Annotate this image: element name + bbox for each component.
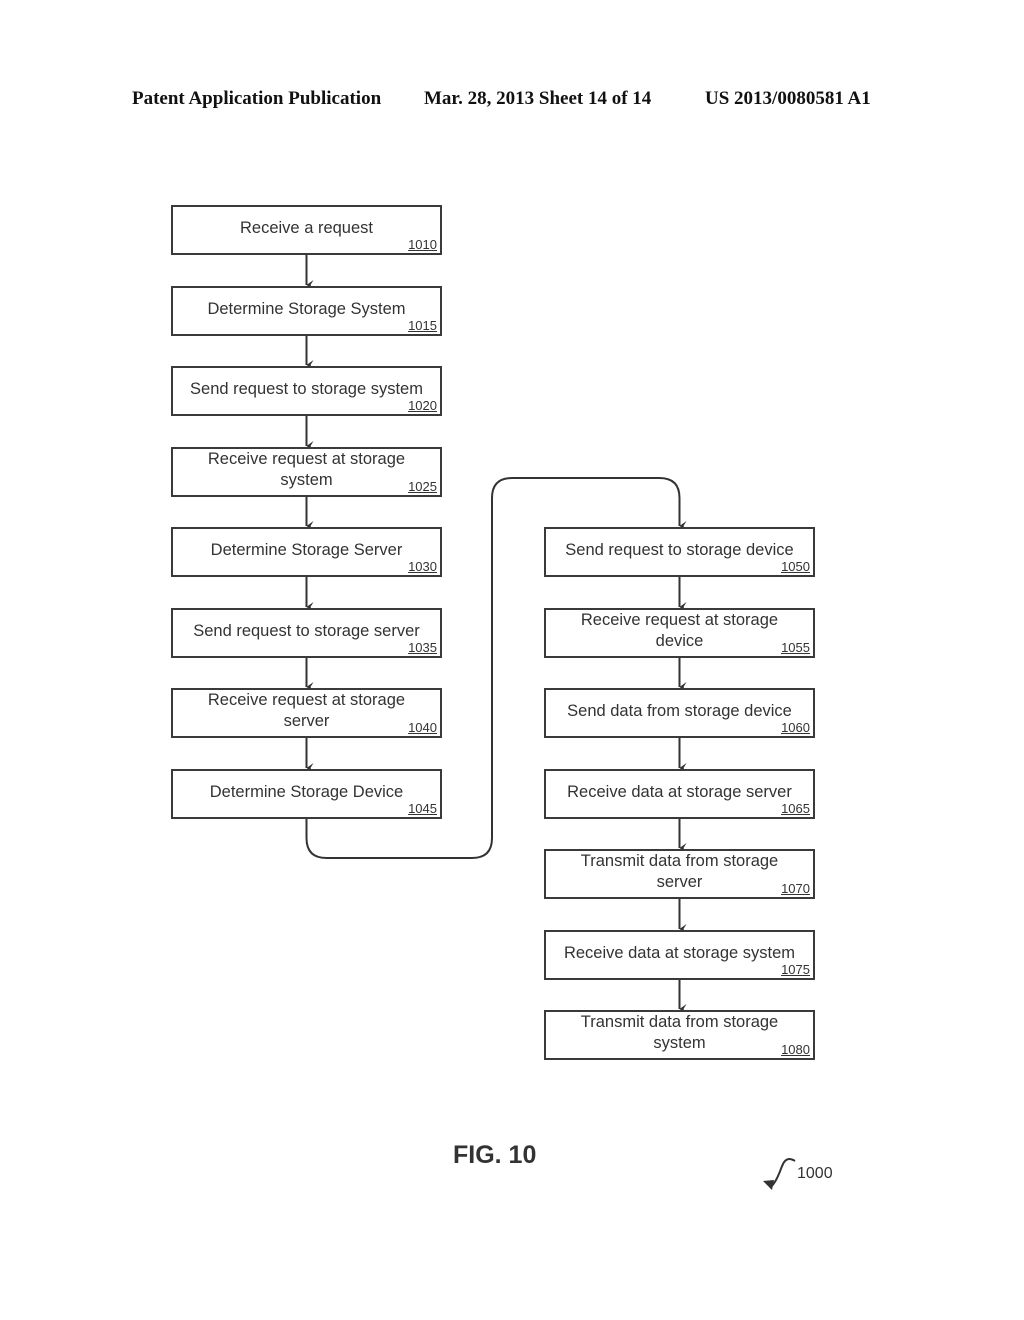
step-reference-number: 1050: [781, 559, 810, 574]
step-reference-number: 1040: [408, 720, 437, 735]
step-box-1065: Receive data at storage server 1065: [544, 769, 815, 819]
figure-reference-number: 1000: [797, 1165, 833, 1182]
step-box-1050: Send request to storage device 1050: [544, 527, 815, 577]
flowchart-connectors: [305, 255, 796, 1190]
step-box-1030: Determine Storage Server 1030: [171, 527, 442, 577]
step-reference-number: 1070: [781, 881, 810, 896]
step-box-1040: Receive request at storage server 1040: [171, 688, 442, 738]
step-box-1070: Transmit data from storage server 1070: [544, 849, 815, 899]
step-box-1035: Send request to storage server 1035: [171, 608, 442, 658]
step-label: Determine Storage System: [207, 299, 406, 318]
step-label: Transmit data from storage server: [580, 852, 779, 891]
step-label: Receive data at storage server: [567, 782, 792, 801]
step-reference-number: 1055: [781, 640, 810, 655]
step-label: Send request to storage system: [190, 379, 423, 398]
step-box-1020: Send request to storage system 1020: [171, 366, 442, 416]
step-box-1075: Receive data at storage system 1075: [544, 930, 815, 980]
step-label: Determine Storage Device: [209, 782, 404, 801]
step-box-1015: Determine Storage System 1015: [171, 286, 442, 336]
step-box-1060: Send data from storage device 1060: [544, 688, 815, 738]
step-label: Transmit data from storage system: [580, 1013, 779, 1052]
step-label: Send data from storage device: [567, 701, 792, 720]
step-reference-number: 1065: [781, 801, 810, 816]
step-label: Receive a request: [240, 218, 373, 237]
step-label: Send request to storage server: [193, 621, 420, 640]
step-label: Receive request at storage device: [580, 611, 779, 650]
figure-title: FIG. 10: [453, 1141, 537, 1169]
step-label: Receive request at storage system: [207, 450, 406, 489]
step-label: Receive data at storage system: [563, 943, 796, 962]
step-box-1025: Receive request at storage system 1025: [171, 447, 442, 497]
step-reference-number: 1015: [408, 318, 437, 333]
step-reference-number: 1060: [781, 720, 810, 735]
step-reference-number: 1035: [408, 640, 437, 655]
step-label: Determine Storage Server: [210, 540, 403, 559]
step-reference-number: 1010: [408, 237, 437, 252]
step-box-1080: Transmit data from storage system 1080: [544, 1010, 815, 1060]
step-reference-number: 1025: [408, 479, 437, 494]
step-reference-number: 1075: [781, 962, 810, 977]
step-box-1055: Receive request at storage device 1055: [544, 608, 815, 658]
step-reference-number: 1030: [408, 559, 437, 574]
fig-ref-leader-icon: [769, 1158, 796, 1189]
step-reference-number: 1020: [408, 398, 437, 413]
step-label: Receive request at storage server: [207, 691, 406, 730]
fig-ref-arrowhead-icon: [763, 1180, 774, 1190]
step-box-1010: Receive a request 1010: [171, 205, 442, 255]
step-label: Send request to storage device: [565, 540, 794, 559]
step-reference-number: 1045: [408, 801, 437, 816]
step-reference-number: 1080: [781, 1042, 810, 1057]
step-box-1045: Determine Storage Device 1045: [171, 769, 442, 819]
